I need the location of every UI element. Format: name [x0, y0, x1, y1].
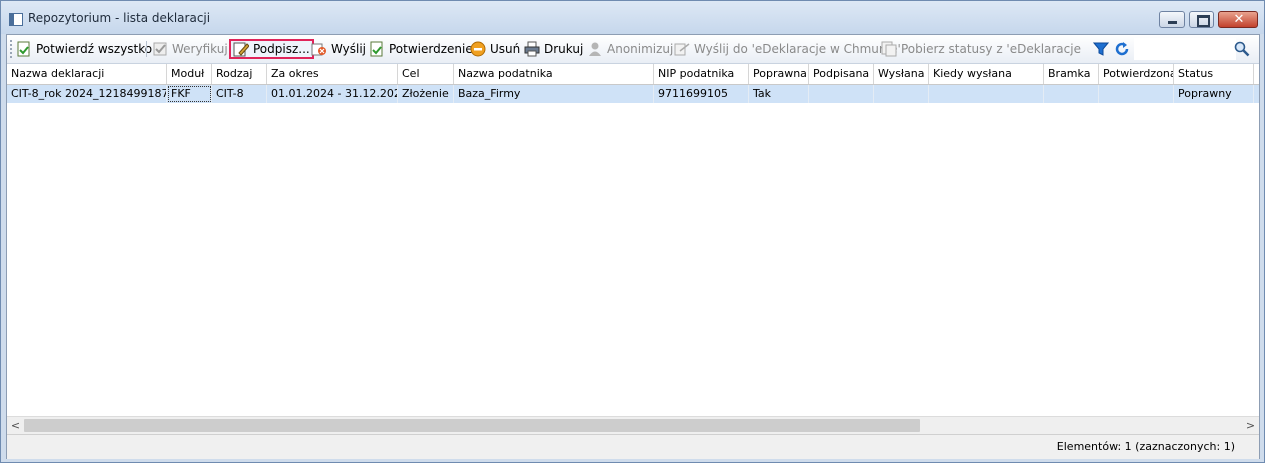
column-header[interactable]: Potwierdzona [1099, 64, 1174, 84]
filter-button[interactable] [1092, 39, 1113, 59]
table-cell [874, 85, 929, 103]
status-count: Elementów: 1 (zaznaczonych: 1) [1056, 440, 1235, 453]
table-cell: CIT-8_rok 2024_1218499187 [7, 85, 167, 103]
confirm-doc-icon [16, 41, 32, 57]
anonymize-button[interactable]: Anonimizuj [587, 39, 673, 59]
sign-label: Podpisz... [253, 42, 310, 56]
table-cell: FKF [167, 85, 212, 103]
verify-icon [152, 41, 168, 57]
search-input[interactable] [1134, 38, 1236, 60]
fetch-status-button[interactable]: Pobierz statusy z 'eDeklaracje w Ch [881, 39, 1084, 59]
minimize-button[interactable] [1159, 11, 1185, 28]
table-row[interactable]: CIT-8_rok 2024_1218499187 FKF CIT-8 01.0… [7, 85, 1259, 103]
toolbar-grip[interactable] [10, 40, 14, 58]
send-button[interactable]: Wyślij [311, 39, 366, 59]
table-cell: CIT-8 [212, 85, 267, 103]
status-bar: Elementów: 1 (zaznaczonych: 1) [7, 434, 1259, 459]
verify-label: Weryfikuj [172, 42, 228, 56]
sign-button[interactable]: Podpisz... [229, 39, 314, 59]
refresh-icon [1114, 41, 1130, 57]
send-cloud-button[interactable]: Wyślij do 'eDeklaracje w Chmurze' [674, 39, 901, 59]
column-header[interactable]: Moduł [167, 64, 212, 84]
toolbar: Potwierdź wszystko Weryfikuj Podpisz... [7, 35, 1259, 64]
toolbar-separator [146, 41, 147, 57]
table-cell [929, 85, 1044, 103]
column-header[interactable]: Wysłana [874, 64, 929, 84]
column-header[interactable]: Za okres [267, 64, 398, 84]
table-cell: 01.01.2024 - 31.12.2024 [267, 85, 398, 103]
maximize-button[interactable] [1189, 11, 1214, 28]
printer-icon [524, 41, 540, 57]
print-label: Drukuj [544, 42, 584, 56]
column-header[interactable]: Poprawna [749, 64, 809, 84]
verify-button[interactable]: Weryfikuj [152, 39, 228, 59]
filter-icon [1092, 41, 1110, 57]
column-header[interactable]: Nazwa deklaracji [7, 64, 167, 84]
fetch-status-icon [881, 41, 897, 57]
scrollbar-thumb[interactable] [24, 419, 920, 432]
table-cell [1044, 85, 1099, 103]
delete-button[interactable]: Usuń [470, 39, 520, 59]
column-header[interactable]: NIP podatnika [654, 64, 749, 84]
column-header[interactable]: Rodzaj [212, 64, 267, 84]
send-icon [311, 41, 327, 57]
sign-pen-icon [233, 41, 250, 57]
close-button[interactable]: ✕ [1218, 11, 1258, 28]
window: Repozytorium - lista deklaracji ✕ Potwie… [0, 0, 1265, 463]
send-cloud-icon [674, 41, 690, 57]
column-header[interactable]: Bramka [1044, 64, 1099, 84]
column-header[interactable]: Podpisana [809, 64, 874, 84]
client-area: Potwierdź wszystko Weryfikuj Podpisz... [6, 34, 1260, 459]
table-cell: Poprawny [1174, 85, 1254, 103]
column-header[interactable]: Kiedy wysłana [929, 64, 1044, 84]
confirmation-label: Potwierdzenie [389, 42, 473, 56]
window-title: Repozytorium - lista deklaracji [28, 11, 211, 25]
table-cell [1099, 85, 1174, 103]
search-icon[interactable] [1234, 41, 1250, 57]
anonymize-label: Anonimizuj [607, 42, 674, 56]
horizontal-scrollbar[interactable]: < > [7, 416, 1259, 434]
window-icon [9, 13, 23, 26]
title-bar[interactable]: Repozytorium - lista deklaracji ✕ [1, 1, 1264, 34]
column-header[interactable]: Nazwa podatnika [454, 64, 654, 84]
confirmation-doc-icon [369, 41, 385, 57]
table-cell: 9711699105 [654, 85, 749, 103]
column-header[interactable]: Cel [398, 64, 454, 84]
send-cloud-label: Wyślij do 'eDeklaracje w Chmurze' [694, 42, 901, 56]
table-cell [809, 85, 874, 103]
scroll-left-button[interactable]: < [7, 417, 24, 434]
table-cell: Tak [749, 85, 809, 103]
delete-label: Usuń [490, 42, 521, 56]
print-button[interactable]: Drukuj [524, 39, 583, 59]
column-header[interactable]: Status [1174, 64, 1254, 84]
confirm-all-label: Potwierdź wszystko [36, 42, 153, 56]
table-cell: Baza_Firmy [454, 85, 654, 103]
minimize-icon [1168, 21, 1177, 24]
table-cell: Złożenie [398, 85, 454, 103]
fetch-status-label: Pobierz statusy z 'eDeklaracje w Ch [901, 42, 1084, 56]
refresh-button[interactable] [1114, 39, 1134, 59]
maximize-icon [1197, 15, 1210, 27]
confirm-all-button[interactable]: Potwierdź wszystko [16, 39, 152, 59]
scroll-right-button[interactable]: > [1242, 417, 1259, 434]
delete-icon [470, 41, 486, 57]
table-header: Nazwa deklaracji Moduł Rodzaj Za okres C… [7, 64, 1259, 85]
declarations-table[interactable]: Nazwa deklaracji Moduł Rodzaj Za okres C… [7, 64, 1259, 416]
send-label: Wyślij [331, 42, 367, 56]
user-icon [587, 41, 603, 57]
confirmation-button[interactable]: Potwierdzenie [369, 39, 473, 59]
close-icon: ✕ [1233, 12, 1245, 27]
